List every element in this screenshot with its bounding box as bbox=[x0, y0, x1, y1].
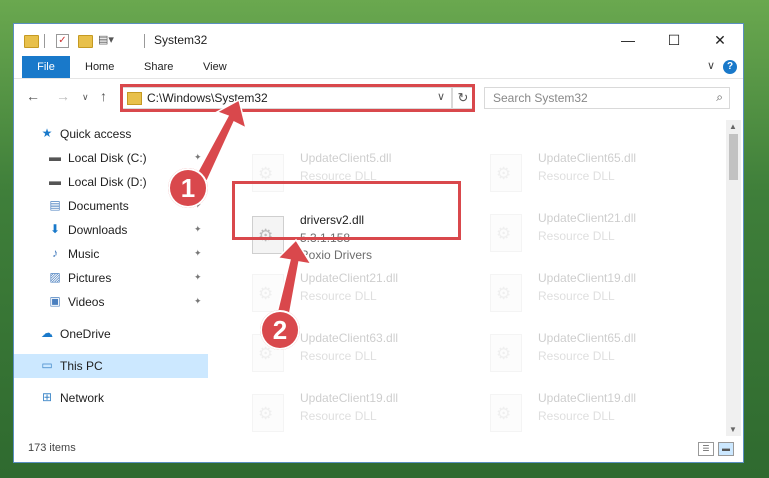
annotation-arrows bbox=[194, 98, 313, 318]
step-marker-2: 2 bbox=[260, 310, 300, 350]
arrow-1-icon bbox=[194, 98, 248, 183]
arrow-2-icon bbox=[276, 238, 313, 318]
step-marker-1: 1 bbox=[168, 168, 208, 208]
